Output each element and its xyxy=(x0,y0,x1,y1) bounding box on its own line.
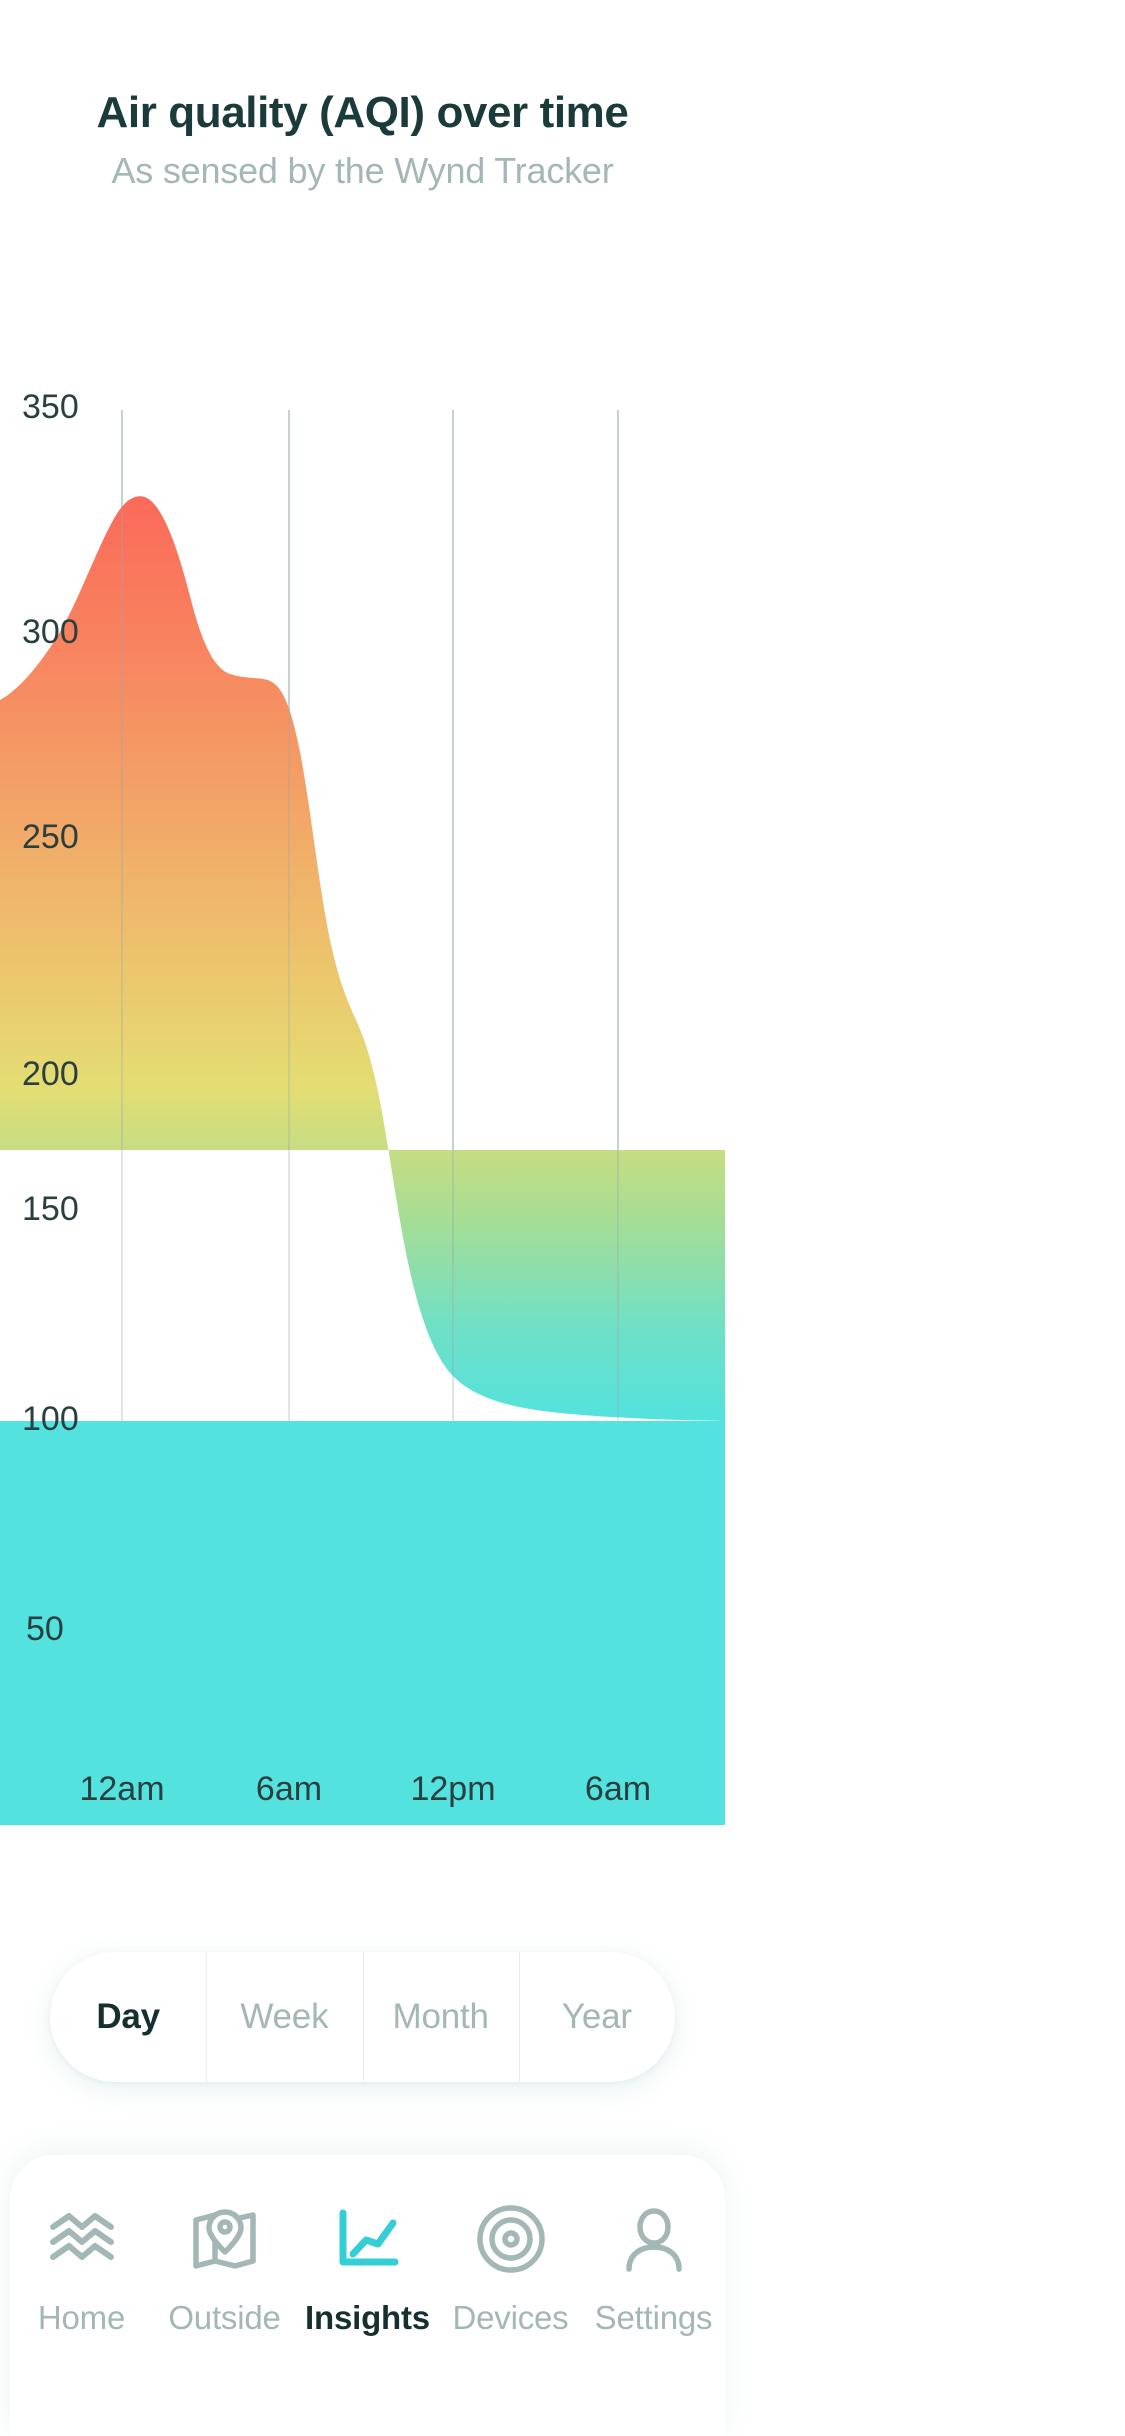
chart-area-path xyxy=(0,496,725,1421)
waves-icon xyxy=(47,2203,117,2275)
chart-base-band xyxy=(0,1421,725,1825)
chart-canvas xyxy=(0,410,725,1825)
range-selector[interactable]: Day Week Month Year xyxy=(50,1952,675,2082)
y-tick-250: 250 xyxy=(22,818,79,856)
person-icon xyxy=(623,2203,685,2275)
tab-home-label: Home xyxy=(37,2299,126,2336)
tab-devices-label: Devices xyxy=(452,2299,569,2336)
line-chart-icon xyxy=(335,2203,401,2275)
tab-insights-label: Insights xyxy=(305,2299,430,2336)
x-tick-6am-2: 6am xyxy=(584,1770,652,1808)
tab-insights[interactable]: Insights xyxy=(296,2203,439,2337)
aqi-area-chart[interactable]: 350 300 250 200 150 100 50 12am 6am 12pm… xyxy=(0,388,725,1825)
tab-settings-label: Settings xyxy=(594,2299,713,2336)
x-tick-12am-1: 12am xyxy=(79,1770,165,1808)
range-option-week[interactable]: Week xyxy=(206,1952,362,2082)
range-option-year[interactable]: Year xyxy=(518,1952,675,2082)
page-title: Air quality (AQI) over time xyxy=(96,88,629,137)
y-tick-350: 350 xyxy=(22,388,79,426)
y-tick-50: 50 xyxy=(26,1610,64,1648)
tab-outside-label: Outside xyxy=(168,2299,281,2336)
range-option-year-label: Year xyxy=(561,1997,632,2036)
range-option-month[interactable]: Month xyxy=(362,1952,519,2082)
app-screen: Air quality (AQI) over time As sensed by… xyxy=(0,0,1125,2436)
y-tick-300: 300 xyxy=(22,613,79,651)
tab-devices[interactable]: Devices xyxy=(439,2203,582,2337)
map-pin-icon xyxy=(191,2203,259,2275)
x-tick-6am-1: 6am xyxy=(255,1770,323,1808)
tab-home[interactable]: Home xyxy=(10,2203,153,2337)
range-option-month-label: Month xyxy=(392,1997,489,2036)
range-option-week-label: Week xyxy=(240,1997,329,2036)
concentric-circles-icon xyxy=(476,2203,546,2275)
x-tick-12pm: 12pm xyxy=(410,1770,496,1808)
range-option-day[interactable]: Day xyxy=(50,1952,206,2082)
page-subtitle: As sensed by the Wynd Tracker xyxy=(111,150,614,191)
range-option-day-label: Day xyxy=(96,1997,160,2036)
tab-outside[interactable]: Outside xyxy=(153,2203,296,2337)
y-tick-150: 150 xyxy=(22,1190,79,1228)
bottom-tab-bar: Home Outside Insights Devices Settings xyxy=(10,2155,725,2436)
y-tick-100: 100 xyxy=(22,1400,79,1438)
y-tick-200: 200 xyxy=(22,1055,79,1093)
tab-settings[interactable]: Settings xyxy=(582,2203,725,2337)
